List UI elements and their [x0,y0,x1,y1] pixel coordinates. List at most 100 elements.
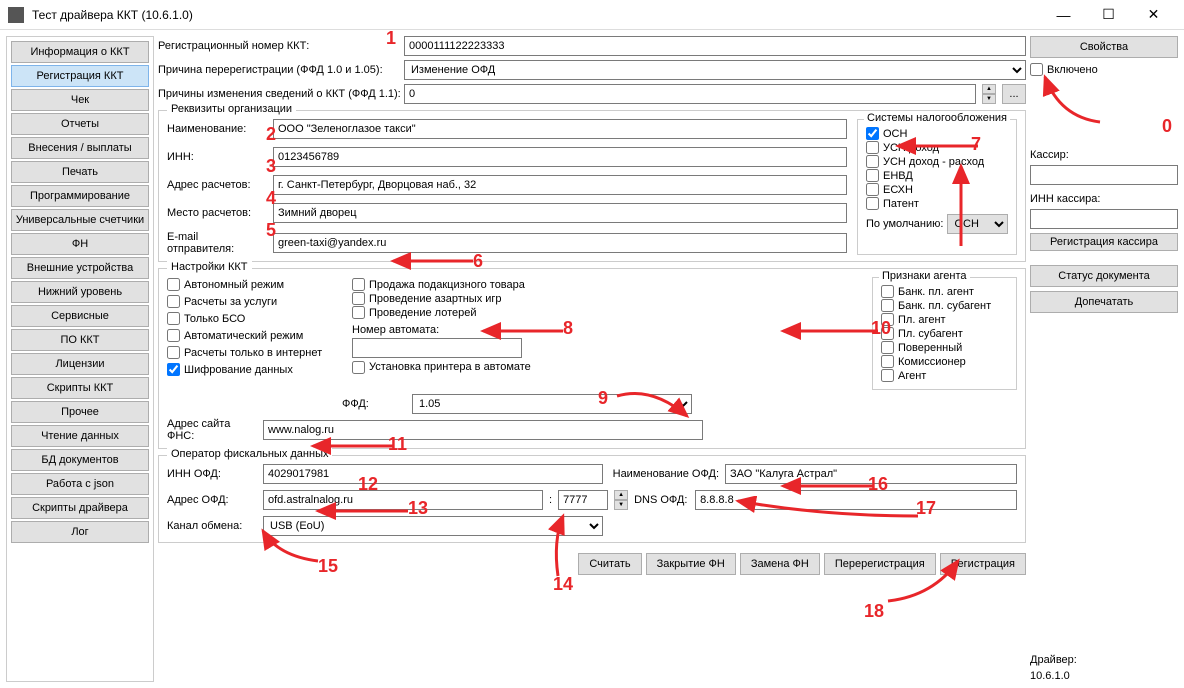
ofd-port-input[interactable] [558,490,608,510]
nav-item-8[interactable]: ФН [11,233,149,255]
rereg-reason-select[interactable]: Изменение ОФД [404,60,1026,80]
agent-lbl-4: Поверенный [898,342,962,354]
nav-item-0[interactable]: Информация о ККТ [11,41,149,63]
agent-cb-4[interactable] [881,341,894,354]
agent-cb-1[interactable] [881,299,894,312]
ofd-inn-label: ИНН ОФД: [167,468,257,480]
tax-lbl-3: ЕНВД [883,170,913,182]
nav-item-11[interactable]: Сервисные [11,305,149,327]
nav-item-7[interactable]: Универсальные счетчики [11,209,149,231]
tax-cb-1[interactable] [866,141,879,154]
reg-num-label: Регистрационный номер ККТ: [158,40,398,52]
enabled-checkbox[interactable] [1030,63,1043,76]
nav-item-9[interactable]: Внешние устройства [11,257,149,279]
tax-lbl-4: ЕСХН [883,184,913,196]
nav-item-5[interactable]: Печать [11,161,149,183]
ofd-channel-select[interactable]: USB (EoU) [263,516,603,536]
kkt1-cb-4[interactable] [167,346,180,359]
enabled-label: Включено [1047,64,1098,76]
tax-default-select[interactable]: ОСН [947,214,1008,234]
doc-status-button[interactable]: Статус документа [1030,265,1178,287]
nav-item-15[interactable]: Прочее [11,401,149,423]
ofd-addr-input[interactable] [263,490,543,510]
nav-item-12[interactable]: ПО ККТ [11,329,149,351]
agent-cb-6[interactable] [881,369,894,382]
cashier-input[interactable] [1030,165,1178,185]
agent-legend: Признаки агента [879,270,970,282]
ffd-select[interactable]: 1.05 [412,394,692,414]
nav-item-10[interactable]: Нижний уровень [11,281,149,303]
fns-input[interactable] [263,420,703,440]
agent-cb-2[interactable] [881,313,894,326]
kkt1-cb-1[interactable] [167,295,180,308]
change-reasons-label: Причины изменения сведений о ККТ (ФФД 1.… [158,88,398,100]
automat-input[interactable] [352,338,522,358]
close-button[interactable]: ✕ [1131,0,1176,30]
kkt2-cb-0[interactable] [352,278,365,291]
nav-item-1[interactable]: Регистрация ККТ [11,65,149,87]
doprint-button[interactable]: Допечатать [1030,291,1178,313]
nav-item-16[interactable]: Чтение данных [11,425,149,447]
tax-cb-5[interactable] [866,197,879,210]
nav-item-19[interactable]: Скрипты драйвера [11,497,149,519]
org-email-input[interactable] [273,233,847,253]
replace-fn-button[interactable]: Замена ФН [740,553,820,575]
tax-cb-0[interactable] [866,127,879,140]
agent-cb-3[interactable] [881,327,894,340]
ofd-port-spinner[interactable]: ▲▼ [614,490,628,510]
rereg-reason-label: Причина перерегистрации (ФФД 1.0 и 1.05)… [158,64,398,76]
nav-item-20[interactable]: Лог [11,521,149,543]
nav-item-13[interactable]: Лицензии [11,353,149,375]
driver-label: Драйвер: [1030,654,1178,666]
props-button[interactable]: Свойства [1030,36,1178,58]
app-icon [8,7,24,23]
agent-cb-0[interactable] [881,285,894,298]
kkt1-cb-0[interactable] [167,278,180,291]
kkt2-cb-2[interactable] [352,306,365,319]
reg-cashier-button[interactable]: Регистрация кассира [1030,233,1178,251]
nav-item-14[interactable]: Скрипты ККТ [11,377,149,399]
nav-sidebar: Информация о ККТРегистрация ККТЧекОтчеты… [6,36,154,682]
tax-cb-3[interactable] [866,169,879,182]
cashier-inn-input[interactable] [1030,209,1178,229]
org-addr-label: Адрес расчетов: [167,179,267,191]
kkt1-cb-2[interactable] [167,312,180,325]
nav-item-4[interactable]: Внесения / выплаты [11,137,149,159]
kkt2-cb-1[interactable] [352,292,365,305]
action-buttons: Считать Закрытие ФН Замена ФН Перерегист… [158,553,1026,575]
org-addr-input[interactable] [273,175,847,195]
nav-item-18[interactable]: Работа с json [11,473,149,495]
change-reasons-input[interactable] [404,84,976,104]
nav-item-3[interactable]: Отчеты [11,113,149,135]
change-reasons-browse[interactable]: ... [1002,84,1026,104]
agent-cb-5[interactable] [881,355,894,368]
read-button[interactable]: Считать [578,553,641,575]
tax-lbl-1: УСН доход [883,142,939,154]
agent-box: Признаки агента Банк. пл. агентБанк. пл.… [872,277,1017,390]
org-name-input[interactable] [273,119,847,139]
close-fn-button[interactable]: Закрытие ФН [646,553,736,575]
kkt1-lbl-3: Автоматический режим [184,330,303,342]
minimize-button[interactable]: — [1041,0,1086,30]
org-place-input[interactable] [273,203,847,223]
nav-item-2[interactable]: Чек [11,89,149,111]
nav-item-17[interactable]: БД документов [11,449,149,471]
agent-lbl-6: Агент [898,370,926,382]
printer-checkbox[interactable] [352,361,365,374]
rereg-button[interactable]: Перерегистрация [824,553,936,575]
ofd-inn-input[interactable] [263,464,603,484]
ofd-name-input[interactable] [725,464,1017,484]
kkt1-cb-3[interactable] [167,329,180,342]
annot-14: 14 [553,574,573,595]
kkt1-cb-5[interactable] [167,363,180,376]
change-reasons-spinner[interactable]: ▲▼ [982,84,996,104]
tax-cb-2[interactable] [866,155,879,168]
maximize-button[interactable]: ☐ [1086,0,1131,30]
reg-button[interactable]: Регистрация [940,553,1026,575]
reg-num-input[interactable] [404,36,1026,56]
nav-item-6[interactable]: Программирование [11,185,149,207]
annot-18: 18 [864,601,884,622]
tax-cb-4[interactable] [866,183,879,196]
org-inn-input[interactable] [273,147,847,167]
ofd-dns-input[interactable] [695,490,1017,510]
